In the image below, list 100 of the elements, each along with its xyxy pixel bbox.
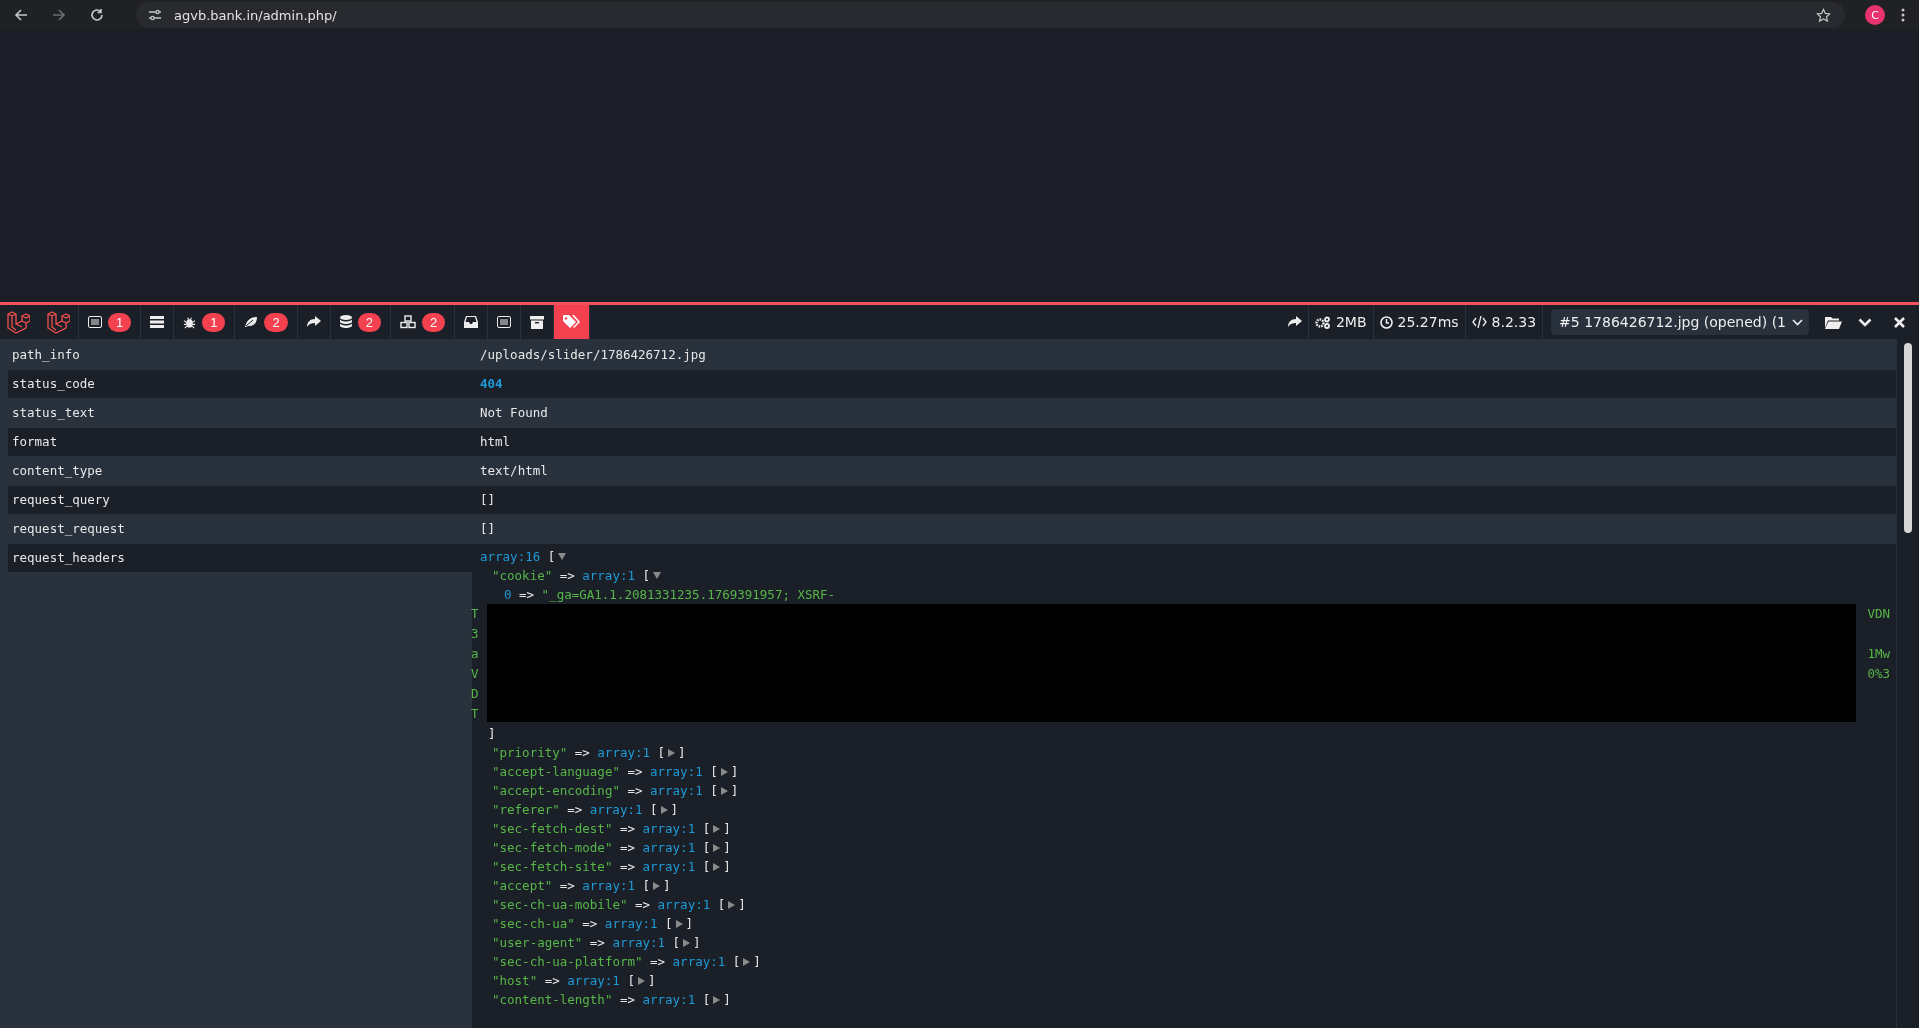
laravel-logo[interactable] [46,310,70,334]
gears-icon [1314,315,1331,329]
dump-string: 1Mw [1866,645,1890,663]
dump-key: "accept-encoding" [492,781,620,800]
count-badge: 2 [357,312,381,332]
dump-operator: => [634,896,651,914]
dump-type: array:1 [642,839,696,857]
dump-key: "sec-ch-ua-mobile" [492,895,628,914]
dump-key: "host" [492,971,538,990]
expand-toggle[interactable]: [ ] [702,857,731,876]
dump-key: "sec-fetch-mode" [492,838,613,857]
list-icon [88,316,102,328]
count-badge: 2 [264,312,288,332]
expand-toggle[interactable]: [ ] [627,971,656,990]
scrollbar-thumb[interactable] [1904,343,1912,533]
dump-key: "referer" [492,800,560,819]
expand-toggle[interactable]: [ ] [642,876,671,895]
table-cell: [] [472,486,1896,514]
share-arrow-icon [306,316,321,328]
dump-key: "sec-fetch-dest" [492,819,613,838]
expand-toggle[interactable]: [ ] [672,933,701,952]
dump-operator: => [619,820,635,838]
dump-type: array:1 [582,567,635,585]
expand-toggle[interactable]: [ ] [665,914,694,933]
request-select[interactable]: #5 1786426712.jpg (opened) (1 [1551,309,1809,335]
dump-string: "_ga=GA1.1.2081331235.1769391957; XSRF- [541,586,836,604]
count-badge: 1 [108,312,132,332]
dump-string: VDN [1866,605,1890,623]
dump-operator: => [559,877,575,895]
count-badge: 2 [421,312,446,332]
bug-icon [183,315,197,329]
dump-type: array:1 [642,858,696,876]
dump-type: array:1 [650,782,703,800]
table-cell: format [8,428,472,456]
chevron-down-icon[interactable] [1858,317,1872,327]
dump-string: T [471,705,480,723]
close-icon[interactable] [1894,316,1905,328]
address-bar[interactable]: agvb.bank.in/admin.php/ [136,2,1845,28]
expand-toggle[interactable]: [ [642,566,663,585]
dump-operator: => [619,858,635,876]
dump-type: array:1 [604,915,658,933]
dump-key: "accept" [492,876,553,895]
menu-icon[interactable] [1901,8,1905,22]
dump-string: 0%3 [1866,665,1890,683]
code-icon [1471,316,1487,328]
dump-operator: => [582,915,598,933]
dump-operator: => [619,991,635,1009]
expand-toggle[interactable]: [ ] [650,800,679,819]
site-settings-icon[interactable] [148,9,162,21]
expand-toggle[interactable]: [ ] [732,952,761,971]
dump-type: array:1 [582,877,635,895]
dump-type: array:1 [597,744,650,762]
profile-avatar[interactable]: C [1865,5,1885,25]
dump-key: "cookie" [492,566,553,585]
caret-icon [1792,318,1803,326]
dump-key: "priority" [492,743,568,762]
back-icon[interactable] [14,8,28,22]
bookmark-star-icon[interactable] [1816,7,1831,23]
dump-key: "sec-ch-ua-platform" [492,952,643,971]
dump-operator: => [519,586,535,604]
expand-toggle[interactable]: [ ] [702,838,731,857]
cubes-icon [399,315,416,329]
expand-toggle[interactable]: [ ] [657,743,686,762]
leaf-icon [244,316,259,328]
tasks-icon [150,316,165,328]
dump-operator: => [574,744,590,762]
dump-string: D [471,685,480,703]
laravel-logo[interactable] [6,310,30,334]
forward-icon[interactable] [52,8,66,22]
expand-toggle[interactable]: [ ] [710,762,739,781]
archive-icon [530,315,545,329]
share-arrow-icon [1287,316,1302,328]
folder-icon[interactable] [1825,315,1842,329]
expand-toggle[interactable]: [ ] [702,819,731,838]
expand-toggle[interactable]: [ ] [702,990,731,1009]
dump-operator: => [627,763,643,781]
expand-toggle[interactable]: [ [547,547,569,566]
dump-operator: => [559,567,575,585]
expand-toggle[interactable]: [ ] [717,895,746,914]
dump-key: "sec-fetch-site" [492,857,613,876]
dump-index: 0 [504,586,512,604]
expand-toggle[interactable]: [ ] [710,781,739,800]
dump-type: array:1 [589,801,643,819]
dump-key: "user-agent" [492,933,583,952]
dump-type: array:1 [567,972,620,990]
database-icon [339,315,352,329]
dump-key: "content-length" [492,990,613,1009]
dump-operator: => [589,934,605,952]
reload-icon[interactable] [90,8,104,22]
dump-operator: => [544,972,560,990]
dump-string: a [471,645,480,663]
dump-operator: => [619,839,635,857]
table-cell: request_query [8,486,472,514]
debugbar-tab[interactable] [554,305,591,339]
dump-type: array:1 [650,763,703,781]
tags-icon [563,315,581,329]
dump-type: array:1 [642,820,696,838]
dump-type: array:1 [657,896,711,914]
list-icon [497,316,512,328]
dump-type: array:1 [642,991,696,1009]
